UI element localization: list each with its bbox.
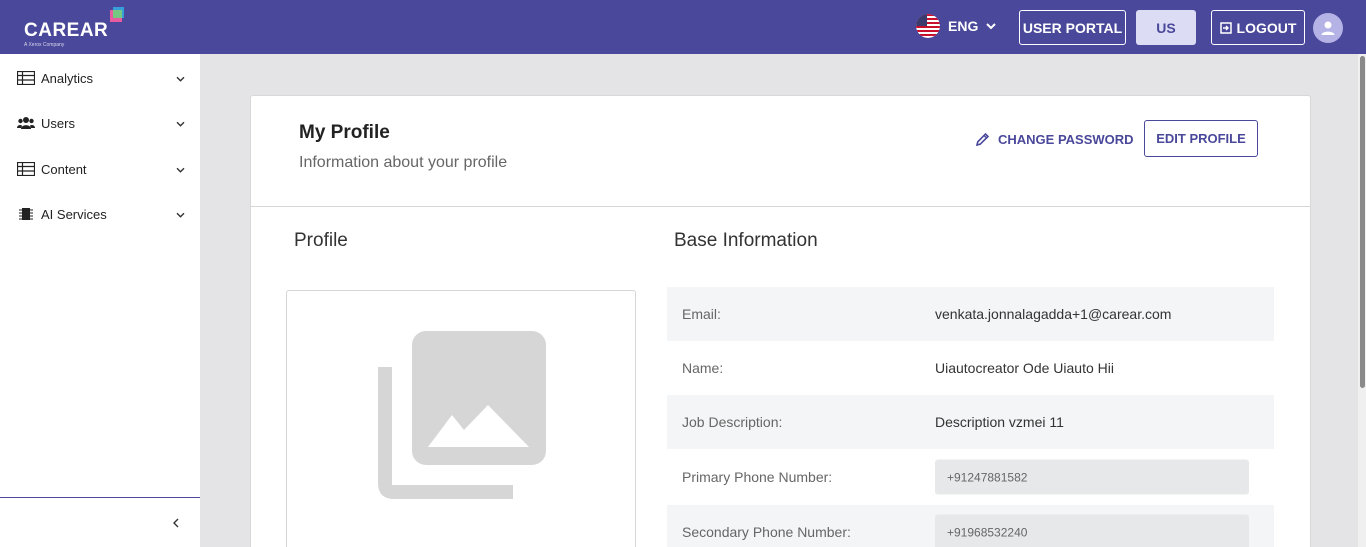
change-password-label: CHANGE PASSWORD (998, 131, 1134, 147)
user-icon (1321, 21, 1335, 35)
us-flag-icon (916, 14, 940, 38)
change-password-button[interactable]: CHANGE PASSWORD (975, 129, 1134, 149)
sidebar-item-content[interactable]: Content (0, 149, 200, 189)
email-value: venkata.jonnalagadda+1@carear.com (935, 306, 1172, 322)
profile-card: My Profile Information about your profil… (250, 95, 1311, 547)
language-selector[interactable]: ENG (916, 14, 997, 38)
logout-button[interactable]: LOGOUT (1211, 10, 1305, 45)
image-placeholder-icon (378, 331, 546, 499)
sidebar-item-analytics[interactable]: Analytics (0, 58, 200, 98)
page-subtitle: Information about your profile (299, 154, 508, 171)
sidebar-item-users[interactable]: Users (0, 103, 200, 143)
info-label: Name: (682, 360, 724, 376)
sidebar-item-label: Users (41, 115, 75, 131)
job-description-value: Description vzmei 11 (935, 414, 1064, 430)
logo-text: CAREAR (24, 20, 109, 41)
sidebar-item-label: Content (41, 161, 87, 177)
user-portal-button[interactable]: USER PORTAL (1019, 10, 1126, 45)
info-label: Job Description: (682, 414, 783, 430)
base-information-title: Base Information (674, 230, 818, 251)
region-button[interactable]: US (1136, 10, 1196, 45)
page-title: My Profile (299, 122, 390, 143)
users-icon (17, 117, 35, 129)
page-scrollbar-thumb[interactable] (1360, 56, 1365, 388)
info-label: Secondary Phone Number: (682, 524, 851, 540)
chevron-down-icon (176, 76, 185, 82)
info-row-primary-phone: Primary Phone Number: +91247881582 (667, 450, 1274, 504)
edit-profile-button[interactable]: EDIT PROFILE (1144, 120, 1258, 157)
chevron-down-icon (986, 22, 997, 29)
info-row-name: Name: Uiautocreator Ode Uiauto Hii (667, 341, 1274, 395)
sidebar-item-label: Analytics (41, 70, 94, 86)
logo-tagline: A Xerox Company (24, 42, 65, 48)
info-row-email: Email: venkata.jonnalagadda+1@carear.com (667, 287, 1274, 341)
carear-logo[interactable]: CAREAR A Xerox Company (24, 7, 134, 50)
info-row-secondary-phone: Secondary Phone Number: +91968532240 (667, 505, 1274, 547)
sidebar: Analytics Users Content AI Services (0, 54, 200, 547)
info-label: Primary Phone Number: (682, 469, 833, 485)
sidebar-item-ai-services[interactable]: AI Services (0, 194, 200, 234)
info-row-job-description: Job Description: Description vzmei 11 (667, 395, 1274, 449)
primary-phone-field[interactable]: +91247881582 (935, 459, 1249, 495)
top-bar: CAREAR A Xerox Company ENG USER PORTAL U… (0, 0, 1366, 54)
language-label: ENG (948, 18, 979, 34)
chevron-down-icon (176, 212, 185, 218)
pencil-icon (975, 132, 990, 146)
card-divider (251, 206, 1310, 207)
sidebar-item-label: AI Services (41, 206, 107, 222)
chevron-down-icon (176, 121, 185, 127)
logout-icon (1219, 21, 1232, 34)
chip-icon (19, 208, 33, 220)
name-value: Uiautocreator Ode Uiauto Hii (935, 360, 1114, 376)
logout-label: LOGOUT (1236, 19, 1297, 36)
logo-cube-icon (110, 7, 124, 22)
chevron-down-icon (176, 167, 185, 173)
table-icon (17, 71, 35, 85)
secondary-phone-field[interactable]: +91968532240 (935, 514, 1249, 547)
sidebar-divider (0, 497, 200, 498)
chevron-left-icon (173, 518, 179, 528)
table-icon (17, 162, 35, 176)
user-avatar[interactable] (1313, 13, 1343, 43)
info-label: Email: (682, 306, 721, 322)
collapse-sidebar-button[interactable] (168, 514, 184, 532)
profile-section-title: Profile (294, 230, 348, 251)
profile-photo-box[interactable] (286, 290, 636, 547)
